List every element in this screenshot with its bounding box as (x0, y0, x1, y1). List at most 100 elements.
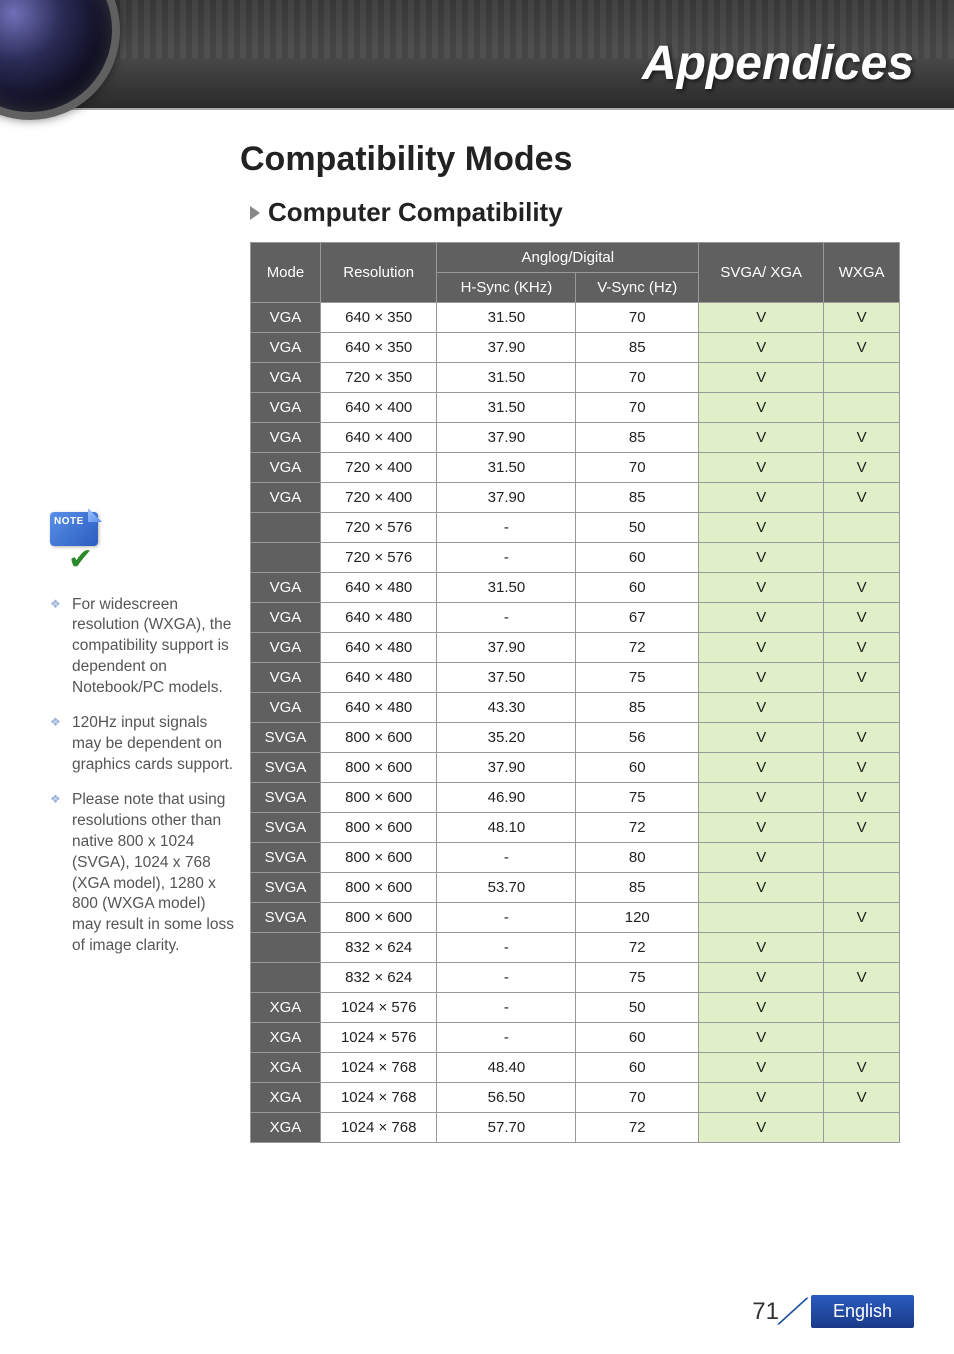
cell-svga-xga: V (699, 873, 824, 903)
cell-mode: VGA (251, 303, 321, 333)
table-row: VGA640 × 48037.9072VV (251, 633, 900, 663)
cell-mode: VGA (251, 363, 321, 393)
cell-svga-xga: V (699, 753, 824, 783)
table-row: VGA640 × 48043.3085V (251, 693, 900, 723)
cell-svga-xga: V (699, 963, 824, 993)
table-row: 720 × 576-50V (251, 513, 900, 543)
cell-mode: VGA (251, 633, 321, 663)
cell-svga-xga: V (699, 573, 824, 603)
cell-svga-xga: V (699, 393, 824, 423)
cell-mode (251, 543, 321, 573)
cell-svga-xga: V (699, 723, 824, 753)
cell-vsync: 70 (576, 393, 699, 423)
cell-hsync: - (437, 843, 576, 873)
note-item: ❖ For widescreen resolution (WXGA), the … (50, 595, 238, 700)
cell-wxga: V (824, 483, 900, 513)
cell-vsync: 70 (576, 363, 699, 393)
cell-hsync: - (437, 543, 576, 573)
cell-vsync: 120 (576, 903, 699, 933)
cell-hsync: 53.70 (437, 873, 576, 903)
th-wxga: WXGA (824, 243, 900, 303)
cell-mode: XGA (251, 1053, 321, 1083)
cell-mode: VGA (251, 483, 321, 513)
cell-hsync: - (437, 903, 576, 933)
page-number: 71 (752, 1298, 779, 1326)
cell-resolution: 640 × 480 (320, 573, 437, 603)
cell-wxga (824, 1023, 900, 1053)
cell-hsync: 43.30 (437, 693, 576, 723)
table-row: VGA640 × 48037.5075VV (251, 663, 900, 693)
cell-hsync: - (437, 933, 576, 963)
cell-resolution: 640 × 480 (320, 663, 437, 693)
cell-wxga (824, 1113, 900, 1143)
cell-vsync: 75 (576, 783, 699, 813)
table-row: SVGA800 × 60048.1072VV (251, 813, 900, 843)
cell-resolution: 640 × 480 (320, 633, 437, 663)
cell-wxga (824, 873, 900, 903)
table-row: XGA1024 × 576-50V (251, 993, 900, 1023)
cell-vsync: 85 (576, 423, 699, 453)
table-row: 832 × 624-72V (251, 933, 900, 963)
table-row: SVGA800 × 60037.9060VV (251, 753, 900, 783)
table-row: VGA640 × 40037.9085VV (251, 423, 900, 453)
cell-resolution: 800 × 600 (320, 873, 437, 903)
cell-hsync: - (437, 1023, 576, 1053)
cell-vsync: 70 (576, 453, 699, 483)
cell-vsync: 85 (576, 873, 699, 903)
cell-mode: XGA (251, 1023, 321, 1053)
cell-hsync: 57.70 (437, 1113, 576, 1143)
cell-resolution: 1024 × 576 (320, 1023, 437, 1053)
cell-hsync: 37.90 (437, 423, 576, 453)
cell-resolution: 800 × 600 (320, 753, 437, 783)
cell-resolution: 640 × 350 (320, 303, 437, 333)
cell-vsync: 72 (576, 813, 699, 843)
cell-wxga (824, 933, 900, 963)
cell-mode: VGA (251, 693, 321, 723)
cell-resolution: 832 × 624 (320, 963, 437, 993)
cell-vsync: 60 (576, 543, 699, 573)
table-row: VGA720 × 40037.9085VV (251, 483, 900, 513)
page-title: Compatibility Modes (240, 140, 914, 179)
cell-wxga: V (824, 303, 900, 333)
note-text: For widescreen resolution (WXGA), the co… (72, 595, 238, 700)
table-row: VGA640 × 40031.5070V (251, 393, 900, 423)
cell-vsync: 72 (576, 633, 699, 663)
table-row: XGA1024 × 76856.5070VV (251, 1083, 900, 1113)
table-row: XGA1024 × 76848.4060VV (251, 1053, 900, 1083)
cell-resolution: 720 × 576 (320, 543, 437, 573)
cell-svga-xga: V (699, 603, 824, 633)
cell-vsync: 80 (576, 843, 699, 873)
language-label: English (811, 1295, 914, 1328)
header-banner: Appendices (0, 0, 954, 110)
cell-resolution: 640 × 350 (320, 333, 437, 363)
table-row: SVGA800 × 60046.9075VV (251, 783, 900, 813)
cell-wxga: V (824, 573, 900, 603)
cell-vsync: 70 (576, 1083, 699, 1113)
cell-wxga (824, 363, 900, 393)
table-row: SVGA800 × 600-80V (251, 843, 900, 873)
cell-mode: SVGA (251, 903, 321, 933)
cell-hsync: 31.50 (437, 453, 576, 483)
table-row: 832 × 624-75VV (251, 963, 900, 993)
cell-mode: XGA (251, 1083, 321, 1113)
cell-mode: SVGA (251, 783, 321, 813)
cell-svga-xga: V (699, 813, 824, 843)
cell-svga-xga: V (699, 1113, 824, 1143)
cell-vsync: 60 (576, 1053, 699, 1083)
table-row: VGA720 × 35031.5070V (251, 363, 900, 393)
cell-svga-xga: V (699, 663, 824, 693)
cell-vsync: 75 (576, 663, 699, 693)
cell-vsync: 85 (576, 483, 699, 513)
cell-hsync: - (437, 603, 576, 633)
cell-mode: VGA (251, 573, 321, 603)
cell-vsync: 50 (576, 513, 699, 543)
cell-hsync: 46.90 (437, 783, 576, 813)
cell-resolution: 720 × 350 (320, 363, 437, 393)
cell-svga-xga: V (699, 363, 824, 393)
cell-wxga (824, 993, 900, 1023)
cell-mode (251, 963, 321, 993)
cell-resolution: 640 × 480 (320, 603, 437, 633)
table-row: VGA720 × 40031.5070VV (251, 453, 900, 483)
cell-wxga: V (824, 1083, 900, 1113)
lens-graphic (0, 0, 120, 120)
